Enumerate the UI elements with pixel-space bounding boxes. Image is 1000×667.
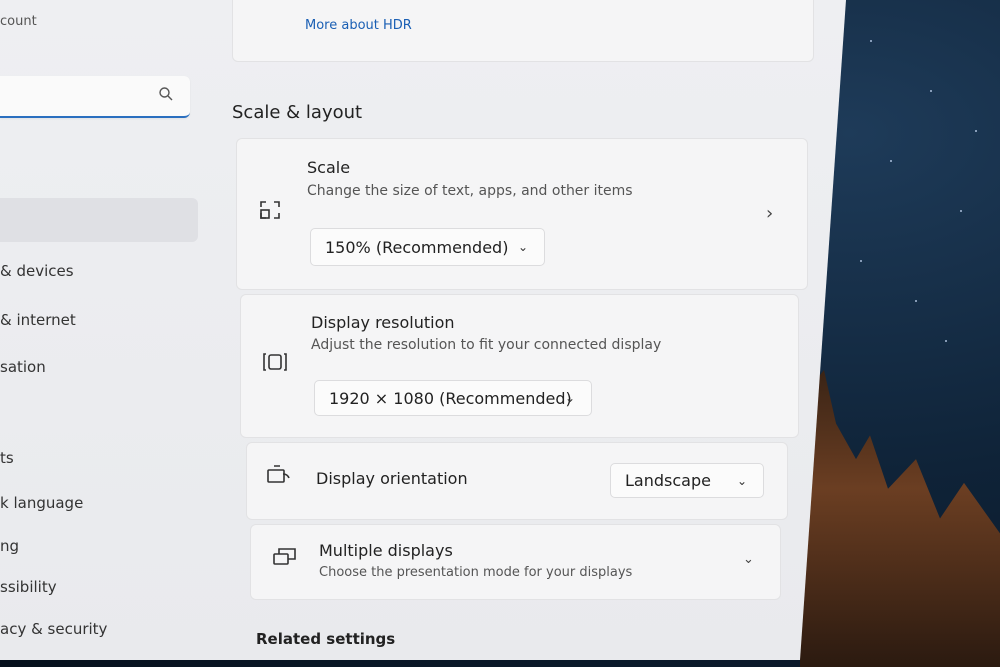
sidebar-item-privacy[interactable]: acy & security <box>0 620 107 638</box>
chevron-down-icon: ⌄ <box>736 473 747 488</box>
scale-dropdown[interactable]: 150% (Recommended) ⌄ <box>310 228 545 266</box>
chevron-right-icon[interactable]: › <box>766 203 773 224</box>
orientation-title: Display orientation <box>316 469 468 488</box>
sidebar: count & devices & internet sation ts k l… <box>0 0 205 660</box>
orientation-dropdown[interactable]: Landscape ⌄ <box>610 463 764 498</box>
scale-title: Scale <box>307 158 351 177</box>
account-label: count <box>0 14 37 29</box>
scale-subtitle: Change the size of text, apps, and other… <box>307 183 633 199</box>
multiple-displays-card[interactable] <box>250 524 781 600</box>
sidebar-item-selected[interactable] <box>0 198 198 242</box>
chevron-down-icon: ⌄ <box>517 240 528 254</box>
chevron-down-icon[interactable]: ⌄ <box>743 552 754 567</box>
resolution-dropdown[interactable]: 1920 × 1080 (Recommended) ⌄ <box>314 380 592 416</box>
section-title: Scale & layout <box>232 102 363 123</box>
orientation-dropdown-value: Landscape <box>625 471 711 490</box>
resolution-icon <box>262 350 288 379</box>
multiple-displays-subtitle: Choose the presentation mode for your di… <box>319 565 633 580</box>
multiple-displays-title: Multiple displays <box>319 541 453 560</box>
sidebar-item-accessibility[interactable]: ssibility <box>0 578 57 596</box>
scale-icon <box>258 198 282 227</box>
sidebar-item-personalisation[interactable]: sation <box>0 358 46 376</box>
resolution-title: Display resolution <box>311 313 455 332</box>
sidebar-item-accounts[interactable]: ts <box>0 449 14 467</box>
more-about-hdr-link[interactable]: More about HDR <box>305 18 412 33</box>
search-box[interactable] <box>0 76 190 118</box>
multiple-displays-icon <box>272 546 298 573</box>
resolution-subtitle: Adjust the resolution to fit your connec… <box>311 337 662 353</box>
scale-dropdown-value: 150% (Recommended) <box>325 237 509 257</box>
sidebar-item-internet[interactable]: & internet <box>0 311 76 329</box>
chevron-down-icon: ⌄ <box>564 391 575 405</box>
sidebar-item-devices[interactable]: & devices <box>0 262 74 280</box>
sidebar-item-gaming[interactable]: ng <box>0 537 19 555</box>
search-icon[interactable] <box>158 86 176 104</box>
sidebar-item-language[interactable]: k language <box>0 494 83 512</box>
settings-window: count & devices & internet sation ts k l… <box>0 0 846 660</box>
resolution-dropdown-value: 1920 × 1080 (Recommended) <box>329 388 572 408</box>
related-settings-heading: Related settings <box>256 630 396 648</box>
orientation-icon <box>266 464 292 491</box>
